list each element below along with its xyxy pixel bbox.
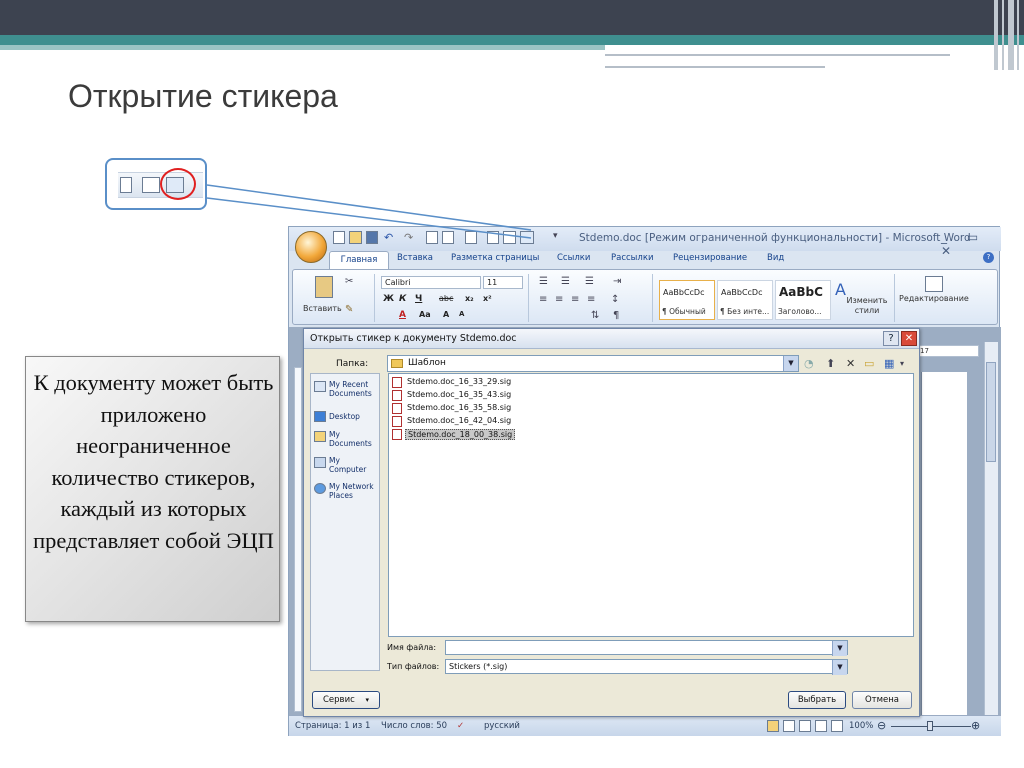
note-box: К документу может быть приложено неогран… <box>25 356 280 622</box>
callout-line-top <box>206 184 532 231</box>
callout-line-bottom <box>206 197 532 239</box>
note-text: К документу может быть приложено неогран… <box>33 370 274 553</box>
office-button[interactable] <box>295 231 327 263</box>
